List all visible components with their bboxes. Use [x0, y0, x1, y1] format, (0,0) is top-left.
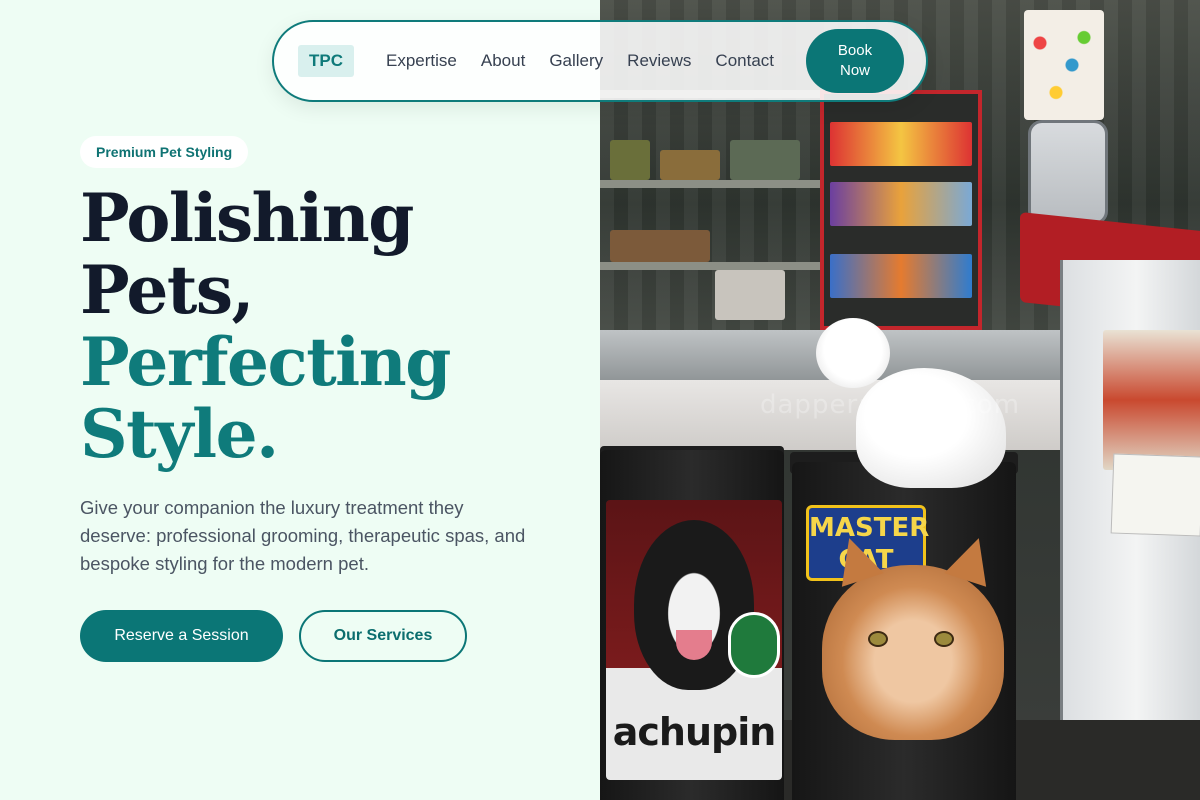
- cat-eye: [934, 631, 954, 647]
- white-cat-body: [856, 368, 1006, 488]
- hero-headline: Polishing Pets, Perfecting Style.: [80, 182, 580, 470]
- nav-link-contact[interactable]: Contact: [715, 51, 774, 71]
- headline-line-1: Polishing: [80, 179, 414, 257]
- hero-description: Give your companion the luxury treatment…: [80, 497, 526, 574]
- logo[interactable]: TPC: [298, 45, 354, 77]
- bag-brand-text: achupin: [612, 710, 777, 754]
- rack-row: [830, 182, 972, 226]
- main-navigation: TPC Expertise About Gallery Reviews Cont…: [272, 20, 928, 102]
- nav-link-reviews[interactable]: Reviews: [627, 51, 691, 71]
- bag-badge: [728, 612, 780, 678]
- fridge-goods: [1103, 330, 1200, 470]
- watermark: dapperanimal.com: [760, 390, 1021, 420]
- premium-tag: Premium Pet Styling: [80, 136, 249, 168]
- rack-row: [830, 254, 972, 298]
- dog-food-bag: achupin: [606, 500, 782, 780]
- cat-eye: [868, 631, 888, 647]
- shelf: [600, 262, 830, 270]
- shelf-goods: [715, 270, 785, 320]
- headline-line-2: Pets,: [80, 251, 254, 329]
- book-now-button[interactable]: Book Now: [806, 29, 904, 93]
- candy-box: [1024, 10, 1104, 120]
- snack-rack: [820, 90, 982, 330]
- rack-row: [830, 122, 972, 166]
- white-cat-head: [816, 318, 890, 388]
- shelf-goods: [730, 140, 800, 180]
- reserve-session-button[interactable]: Reserve a Session: [80, 610, 283, 662]
- shelf-goods: [610, 230, 710, 262]
- candy-jar: [1028, 120, 1108, 225]
- nav-link-about[interactable]: About: [481, 51, 525, 71]
- orange-cat-print: [822, 531, 1004, 740]
- hero-photo: achupin MASTER CAT dapperanimal.com: [600, 0, 1200, 800]
- shelf-goods: [610, 140, 650, 180]
- shelf-goods: [660, 150, 720, 180]
- our-services-button[interactable]: Our Services: [299, 610, 467, 662]
- book-now-label: Book Now: [837, 42, 873, 79]
- handwritten-note: [1110, 453, 1200, 537]
- nav-link-expertise[interactable]: Expertise: [386, 51, 457, 71]
- shelf: [600, 180, 830, 188]
- nav-link-gallery[interactable]: Gallery: [549, 51, 603, 71]
- headline-line-4: Style.: [80, 395, 279, 473]
- headline-line-3: Perfecting: [80, 323, 451, 401]
